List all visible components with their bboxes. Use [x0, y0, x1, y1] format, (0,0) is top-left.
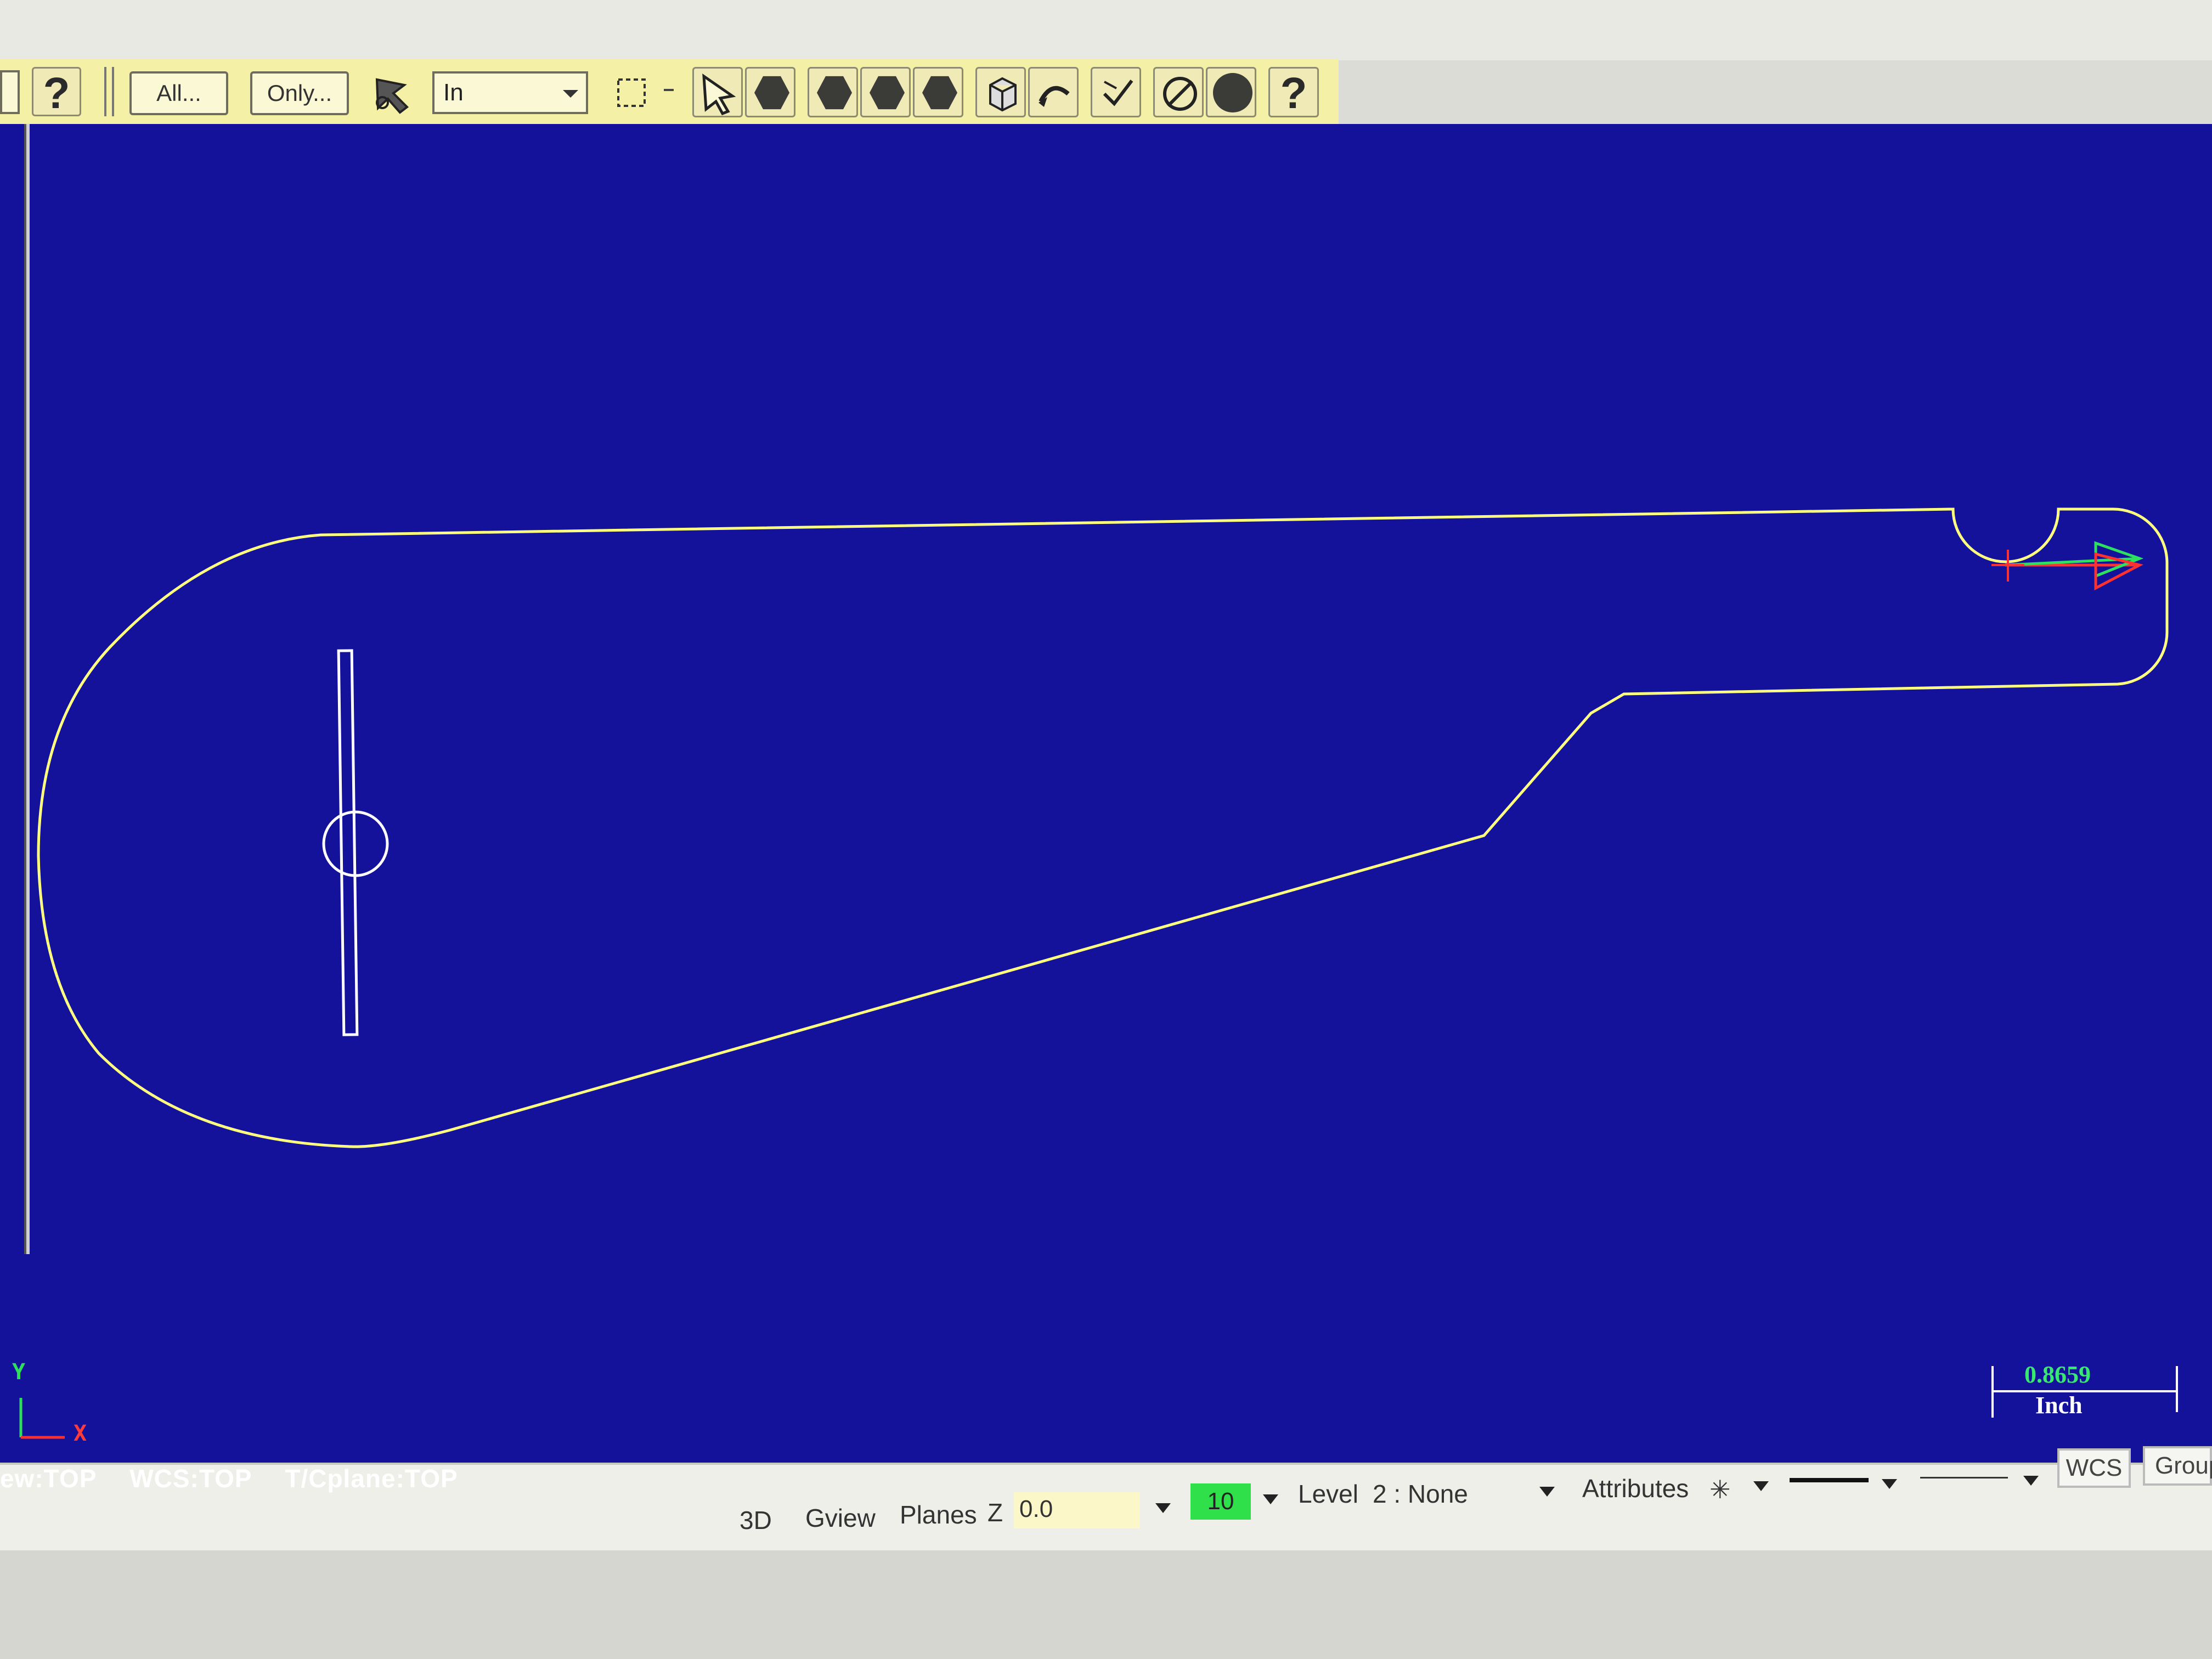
point-style-icon[interactable]: ✳: [1709, 1475, 1731, 1504]
attributes-button[interactable]: Attributes: [1582, 1474, 1689, 1503]
level-value-dropdown-icon[interactable]: [1539, 1487, 1555, 1497]
chain-direction-arrow-icon: [1991, 541, 2144, 591]
wcs-button[interactable]: WCS: [2057, 1448, 2131, 1488]
scale-unit: Inch: [2035, 1392, 2083, 1419]
monitor-bottom-bezel: [0, 1550, 2212, 1659]
part-geometry[interactable]: [0, 0, 2212, 1659]
3d-button[interactable]: 3D: [740, 1505, 772, 1535]
z-depth-field[interactable]: 0.0: [1014, 1492, 1140, 1528]
planes-button[interactable]: Planes: [900, 1500, 977, 1530]
point-style-dropdown-icon[interactable]: [1753, 1481, 1769, 1491]
slot-rectangle[interactable]: [337, 649, 359, 1036]
axis-y-label: Y: [12, 1359, 26, 1385]
level-label[interactable]: Level: [1298, 1479, 1358, 1509]
wcs-status: WCS:TOP: [129, 1464, 252, 1493]
gview-button[interactable]: Gview: [805, 1503, 876, 1533]
level-value[interactable]: 2 : None: [1373, 1479, 1468, 1509]
z-label: Z: [988, 1498, 1003, 1527]
level-dropdown-icon[interactable]: [1263, 1494, 1278, 1504]
z-dropdown-icon[interactable]: [1155, 1503, 1171, 1513]
line-style-sample[interactable]: [1920, 1477, 2008, 1479]
axis-triad-icon: [19, 1398, 65, 1439]
line-style-dropdown-icon[interactable]: [2023, 1476, 2039, 1486]
group-button[interactable]: Group: [2143, 1446, 2212, 1486]
view-status: ew:TOP WCS:TOP T/Cplane:TOP: [0, 1464, 483, 1493]
level-number-field[interactable]: 10: [1190, 1483, 1251, 1520]
tplane-status: T/Cplane:TOP: [285, 1464, 458, 1493]
scale-value: 0.8659: [2024, 1361, 2091, 1388]
part-outline[interactable]: [37, 507, 2169, 1148]
gview-status: ew:TOP: [0, 1464, 97, 1493]
line-width-dropdown-icon[interactable]: [1882, 1479, 1897, 1489]
axis-x-label: X: [74, 1421, 87, 1446]
line-width-sample[interactable]: [1790, 1478, 1869, 1482]
